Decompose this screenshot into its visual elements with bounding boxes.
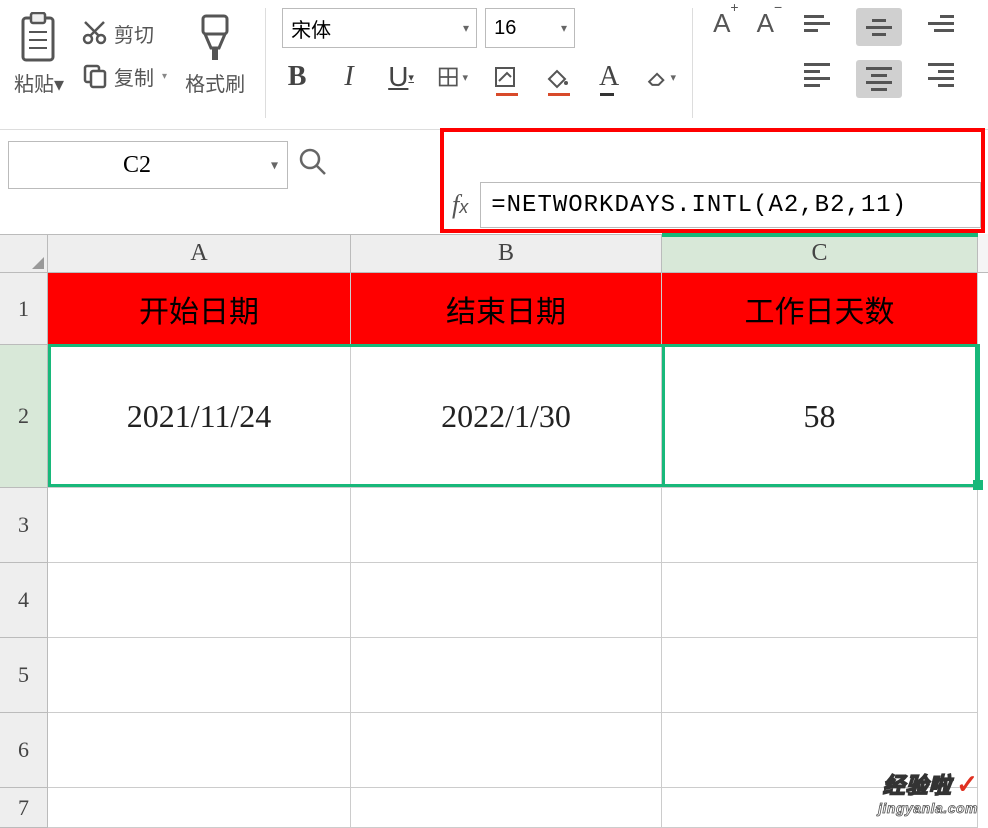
row-header-5[interactable]: 5 [0,638,48,713]
cell-A7[interactable] [48,788,351,828]
column-header-B[interactable]: B [351,234,662,272]
cell-C4[interactable] [662,563,978,638]
align-top-button[interactable] [804,8,842,38]
scissors-icon [82,20,108,46]
fill-handle[interactable] [973,480,983,490]
spreadsheet-grid: A B C 1 开始日期 结束日期 工作日天数 2 2021/11/24 202… [0,234,988,822]
cell-C3[interactable] [662,488,978,563]
separator [265,8,266,118]
cell-B6[interactable] [351,713,662,788]
checkmark-icon: ✓ [956,769,978,799]
bucket-icon [545,65,569,89]
paste-button[interactable]: 粘贴▾ [10,8,68,101]
row-header-3[interactable]: 3 [0,488,48,563]
cell-B4[interactable] [351,563,662,638]
column-header-C[interactable]: C [662,234,978,272]
cell-A4[interactable] [48,563,351,638]
zoom-icon[interactable] [298,147,328,184]
alignment-group [804,8,954,98]
underline-button[interactable]: U▾ [386,62,416,92]
align-left-button[interactable] [804,60,842,90]
font-name-select[interactable] [282,8,477,48]
formula-input[interactable] [480,182,981,228]
table-row: 2 2021/11/24 2022/1/30 58 [0,345,988,488]
cell-C1[interactable]: 工作日天数 [662,273,978,345]
fill-color-button[interactable] [490,62,520,92]
row-header-2[interactable]: 2 [0,345,48,488]
row-header-7[interactable]: 7 [0,788,48,828]
decrease-font-button[interactable]: A− [753,8,787,39]
cell-B3[interactable] [351,488,662,563]
row-header-6[interactable]: 6 [0,713,48,788]
align-bottom-button[interactable] [916,8,954,38]
copy-button[interactable]: 复制▾ [74,58,175,95]
border-button[interactable] [438,62,468,92]
eraser-icon [646,65,666,89]
format-painter-button[interactable]: 格式刷 [181,8,249,101]
cut-label: 剪切 [114,19,154,48]
brush-icon [195,12,235,64]
watermark-line2: jingyanla.com [878,800,978,816]
fx-icon[interactable]: fx [452,190,468,220]
cell-C5[interactable] [662,638,978,713]
font-color-button[interactable]: A [594,62,624,92]
clipboard-icon [17,12,61,64]
cell-C2[interactable]: 58 [662,345,978,488]
clipboard-group: 粘贴▾ 剪切 复制▾ [10,8,249,101]
italic-button[interactable]: I [334,62,364,92]
cut-button[interactable]: 剪切 [74,15,175,52]
formula-bar-highlight: fx [440,128,985,233]
table-row: 5 [0,638,988,713]
font-group: B I U▾ A [282,8,676,92]
cell-B1[interactable]: 结束日期 [351,273,662,345]
copy-icon [82,63,108,89]
cell-B2[interactable]: 2022/1/30 [351,345,662,488]
row-header-1[interactable]: 1 [0,273,48,345]
highlight-button[interactable] [542,62,572,92]
active-column-indicator [662,233,978,237]
table-row: 7 [0,788,988,828]
border-icon [438,65,458,89]
row-header-4[interactable]: 4 [0,563,48,638]
watermark-line1: 经验啦 [883,773,952,798]
table-row: 4 [0,563,988,638]
bold-button[interactable]: B [282,62,312,92]
table-row: 3 [0,488,988,563]
cell-B5[interactable] [351,638,662,713]
cell-A6[interactable] [48,713,351,788]
table-row: 6 [0,713,988,788]
format-painter-label: 格式刷 [185,68,245,97]
cell-A3[interactable] [48,488,351,563]
align-center-button[interactable] [856,60,902,98]
cell-A2[interactable]: 2021/11/24 [48,345,351,488]
cell-A1[interactable]: 开始日期 [48,273,351,345]
ribbon-toolbar: 粘贴▾ 剪切 复制▾ [0,0,988,130]
align-right-button[interactable] [916,60,954,90]
column-header-A[interactable]: A [48,234,351,272]
font-size-select[interactable] [485,8,575,48]
cell-A5[interactable] [48,638,351,713]
watermark: 经验啦 ✓ jingyanla.com [878,768,978,816]
copy-label: 复制 [114,62,154,91]
eraser-button[interactable] [646,62,676,92]
cell-B7[interactable] [351,788,662,828]
align-middle-button[interactable] [856,8,902,46]
table-row: 1 开始日期 结束日期 工作日天数 [0,273,988,345]
select-all-corner[interactable] [0,234,48,272]
increase-font-button[interactable]: A+ [709,8,743,39]
cell-fill-icon [493,65,517,89]
separator [692,8,693,118]
paste-label: 粘贴 [14,74,54,96]
name-box[interactable] [8,141,288,189]
